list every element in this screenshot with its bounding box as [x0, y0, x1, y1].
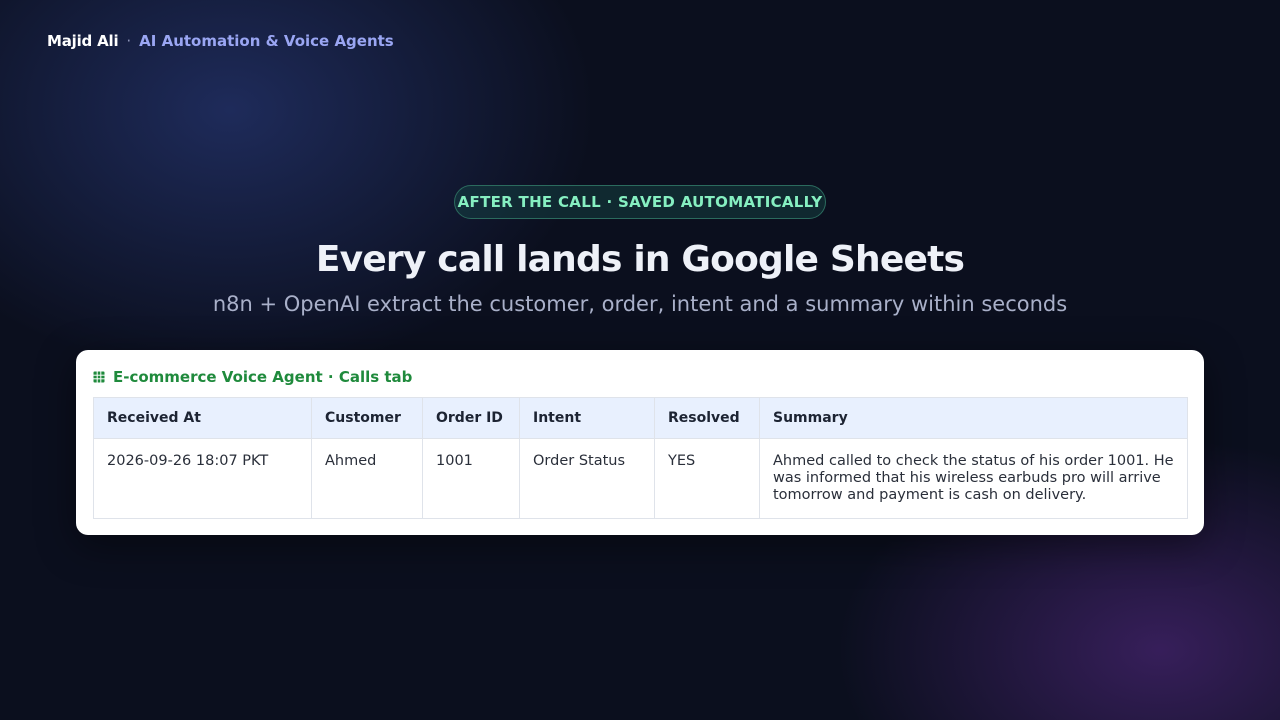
column-header-customer: Customer: [311, 397, 423, 439]
brand-tagline: AI Automation & Voice Agents: [139, 32, 394, 50]
column-header-intent: Intent: [519, 397, 655, 439]
sheet-header: E-commerce Voice Agent · Calls tab: [93, 367, 412, 387]
cell-resolved: YES: [654, 438, 760, 519]
column-header-order-id: Order ID: [422, 397, 520, 439]
page-subtitle: n8n + OpenAI extract the customer, order…: [212, 292, 1068, 316]
spreadsheet-icon: [93, 371, 105, 383]
table-row: 2026-09-26 18:07 PKT Ahmed 1001 Order St…: [93, 438, 1188, 519]
cell-intent: Order Status: [519, 438, 655, 519]
brand-separator: ·: [126, 32, 132, 50]
brand-header: Majid Ali · AI Automation & Voice Agents: [47, 31, 394, 51]
cell-received-at: 2026-09-26 18:07 PKT: [93, 438, 312, 519]
cell-summary: Ahmed called to check the status of his …: [759, 438, 1188, 519]
column-header-summary: Summary: [759, 397, 1188, 439]
page-title: Every call lands in Google Sheets: [315, 239, 965, 280]
sheet-card: E-commerce Voice Agent · Calls tab Recei…: [76, 350, 1204, 535]
status-badge: AFTER THE CALL · SAVED AUTOMATICALLY: [454, 185, 826, 219]
brand-name: Majid Ali: [47, 32, 119, 50]
cell-customer: Ahmed: [311, 438, 423, 519]
calls-table: Received At Customer Order ID Intent Res…: [93, 397, 1188, 519]
table-header-row: Received At Customer Order ID Intent Res…: [93, 397, 1188, 439]
column-header-resolved: Resolved: [654, 397, 760, 439]
column-header-received-at: Received At: [93, 397, 312, 439]
sheet-title: E-commerce Voice Agent · Calls tab: [113, 368, 413, 386]
cell-order-id: 1001: [422, 438, 520, 519]
